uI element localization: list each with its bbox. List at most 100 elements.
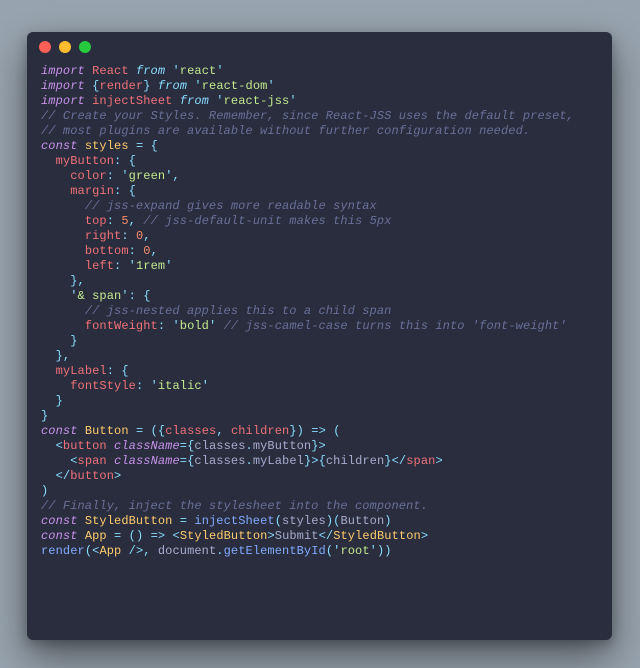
code-line: const styles = {: [41, 139, 598, 154]
code-token-plain: [41, 214, 85, 228]
code-token-punc: <: [173, 529, 180, 543]
code-token-plain: [224, 424, 231, 438]
code-token-var: StyledButton: [85, 514, 173, 528]
code-token-punc: }: [143, 79, 150, 93]
code-window: import React from 'react'import {render}…: [27, 32, 612, 640]
code-token-punc: },: [70, 274, 85, 288]
code-token-plain: styles: [282, 514, 326, 528]
code-token-punc: =>: [311, 424, 326, 438]
code-token-plain: [41, 259, 85, 273]
code-token-id: button: [70, 469, 114, 483]
code-line: margin: {: [41, 184, 598, 199]
window-minimize-button[interactable]: [59, 41, 71, 53]
code-token-punc: :: [107, 169, 114, 183]
code-token-punc: >: [311, 454, 318, 468]
code-token-str: react: [180, 64, 217, 78]
code-token-punc: ,: [143, 544, 150, 558]
code-token-com: // jss-expand gives more readable syntax: [85, 199, 377, 213]
code-token-plain: [78, 514, 85, 528]
code-token-pkw: from: [180, 94, 209, 108]
code-token-plain: [151, 79, 158, 93]
code-token-kw: const: [41, 139, 78, 153]
code-token-punc: </: [392, 454, 407, 468]
code-token-punc: >: [319, 439, 326, 453]
code-token-punc: ): [41, 484, 48, 498]
code-token-punc: {: [129, 184, 136, 198]
code-token-plain: [41, 469, 56, 483]
code-token-id: children: [231, 424, 289, 438]
code-line: // jss-expand gives more readable syntax: [41, 199, 598, 214]
code-token-punc: }: [384, 454, 391, 468]
code-token-punc: />: [129, 544, 144, 558]
code-token-punc: >: [267, 529, 274, 543]
code-token-punc: ': [370, 544, 377, 558]
code-token-punc: (: [151, 424, 158, 438]
code-token-punc: .: [246, 439, 253, 453]
code-token-punc: ': [172, 64, 179, 78]
code-line: import React from 'react': [41, 64, 598, 79]
window-zoom-button[interactable]: [79, 41, 91, 53]
code-token-plain: [41, 244, 85, 258]
code-line: bottom: 0,: [41, 244, 598, 259]
code-token-punc: ': [165, 169, 172, 183]
code-token-punc: ,: [216, 424, 223, 438]
code-token-plain: [129, 64, 136, 78]
code-token-punc: {: [319, 454, 326, 468]
window-titlebar: [27, 32, 612, 62]
code-token-punc: ,: [143, 229, 150, 243]
code-token-str: italic: [158, 379, 202, 393]
code-line: // Finally, inject the stylesheet into t…: [41, 499, 598, 514]
code-token-plain: [216, 319, 223, 333]
code-token-id: color: [70, 169, 107, 183]
code-token-fn: injectSheet: [194, 514, 274, 528]
code-token-id: span: [78, 454, 107, 468]
code-token-punc: }: [70, 334, 77, 348]
code-token-punc: ': [216, 64, 223, 78]
code-token-com: // jss-default-unit makes this 5px: [143, 214, 391, 228]
code-token-punc: ': [151, 379, 158, 393]
code-token-punc: )): [377, 544, 392, 558]
code-token-punc: ': [202, 379, 209, 393]
code-token-plain: [41, 199, 85, 213]
code-token-punc: ': [121, 169, 128, 183]
code-token-punc: ,: [173, 169, 180, 183]
code-token-com: // most plugins are available without fu…: [41, 124, 530, 138]
code-line: const Button = ({classes, children}) => …: [41, 424, 598, 439]
code-line: left: '1rem': [41, 259, 598, 274]
code-token-punc: }: [289, 424, 296, 438]
code-token-kw: const: [41, 529, 78, 543]
code-token-str: green: [129, 169, 166, 183]
code-token-var: App: [85, 529, 107, 543]
window-close-button[interactable]: [39, 41, 51, 53]
code-token-str: 1rem: [136, 259, 165, 273]
code-token-punc: :: [129, 289, 136, 303]
code-token-plain: [129, 139, 136, 153]
code-token-num: 0: [143, 244, 150, 258]
code-token-plain: classes: [194, 454, 245, 468]
code-token-attr: className: [114, 439, 180, 453]
code-token-plain: children: [326, 454, 384, 468]
code-token-punc: (: [333, 424, 340, 438]
code-token-plain: [41, 229, 85, 243]
code-token-punc: =: [180, 514, 187, 528]
code-token-punc: >: [421, 529, 428, 543]
code-token-plain: [143, 529, 150, 543]
code-token-id: fontWeight: [85, 319, 158, 333]
code-line: myButton: {: [41, 154, 598, 169]
code-token-plain: [41, 364, 56, 378]
code-token-str: bold: [180, 319, 209, 333]
code-token-punc: (: [275, 514, 282, 528]
code-token-plain: Submit: [275, 529, 319, 543]
code-token-id: injectSheet: [92, 94, 172, 108]
code-line: const StyledButton = injectSheet(styles)…: [41, 514, 598, 529]
code-token-punc: :: [121, 229, 128, 243]
code-token-com: // jss-nested applies this to a child sp…: [85, 304, 392, 318]
code-token-pkw: from: [158, 79, 187, 93]
code-line: },: [41, 349, 598, 364]
code-token-plain: [41, 349, 56, 363]
code-line: right: 0,: [41, 229, 598, 244]
code-token-plain: [143, 139, 150, 153]
code-token-str: react-dom: [202, 79, 268, 93]
code-token-punc: </: [56, 469, 71, 483]
code-line: const App = () => <StyledButton>Submit</…: [41, 529, 598, 544]
